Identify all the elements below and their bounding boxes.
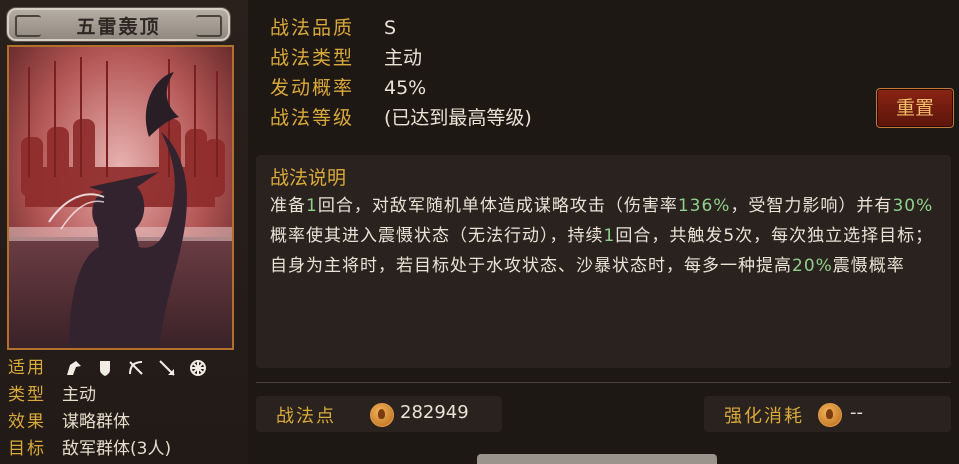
skill-portrait bbox=[7, 45, 234, 350]
flame-coin-icon bbox=[370, 403, 394, 427]
kind-value: 主动 bbox=[384, 47, 423, 69]
desc-highlight: 1 bbox=[306, 196, 318, 216]
target-row: 目标 敌军群体(3人) bbox=[8, 438, 171, 460]
target-label: 目标 bbox=[8, 439, 46, 459]
rate-row: 发动概率 45% bbox=[270, 75, 426, 101]
kind-label: 战法类型 bbox=[270, 47, 355, 69]
type-value: 主动 bbox=[62, 385, 96, 405]
skill-detail-panel: 战法品质 S 战法类型 主动 发动概率 45% 战法等级 (已达到最高等级) 重置 战法… bbox=[248, 0, 959, 464]
skill-illustration bbox=[9, 47, 232, 348]
level-row: 战法等级 (已达到最高等级) bbox=[270, 105, 532, 131]
spear-icon bbox=[157, 358, 177, 378]
bow-icon bbox=[126, 358, 146, 378]
desc-seg: ，受智力影响）并有 bbox=[730, 196, 893, 216]
skill-name-plate: 五雷轰顶 bbox=[6, 7, 231, 42]
points-value: 282949 bbox=[400, 402, 469, 423]
effect-value: 谋略群体 bbox=[62, 412, 130, 432]
desc-seg: 回合，对敌军随机单体造成谋略攻击（伤害率 bbox=[317, 196, 678, 216]
level-value: (已达到最高等级) bbox=[384, 107, 532, 129]
rate-value: 45% bbox=[384, 77, 427, 99]
effect-label: 效果 bbox=[8, 412, 46, 432]
desc-highlight: 30% bbox=[892, 196, 934, 216]
effect-row: 效果 谋略群体 bbox=[8, 411, 130, 433]
type-label: 类型 bbox=[8, 385, 46, 405]
description-box: 战法说明 准备1回合，对敌军随机单体造成谋略攻击（伤害率136%，受智力影响）并… bbox=[256, 155, 951, 368]
upgrade-cost-box: 强化消耗 -- bbox=[704, 396, 951, 432]
reset-button[interactable]: 重置 bbox=[876, 88, 954, 128]
quality-row: 战法品质 S bbox=[270, 15, 396, 41]
target-value: 敌军群体(3人) bbox=[62, 439, 172, 459]
shield-icon bbox=[95, 358, 115, 378]
cost-label: 强化消耗 bbox=[724, 406, 804, 427]
desc-highlight: 136% bbox=[677, 196, 731, 216]
level-label: 战法等级 bbox=[270, 107, 355, 129]
section-divider bbox=[256, 382, 951, 383]
desc-seg: 震慑概率 bbox=[832, 256, 905, 276]
desc-seg: 概率使其进入震慑状态（无法行动），持续 bbox=[270, 226, 604, 246]
quality-value: S bbox=[384, 17, 397, 39]
cost-value: -- bbox=[850, 402, 863, 423]
cavalry-icon bbox=[64, 358, 84, 378]
description-text: 准备1回合，对敌军随机单体造成谋略攻击（伤害率136%，受智力影响）并有30%概… bbox=[270, 191, 938, 281]
siege-icon bbox=[188, 358, 208, 378]
rate-label: 发动概率 bbox=[270, 77, 355, 99]
quality-label: 战法品质 bbox=[270, 17, 355, 39]
desc-seg: 准备 bbox=[270, 196, 306, 216]
skill-name: 五雷轰顶 bbox=[76, 16, 161, 38]
kind-row: 战法类型 主动 bbox=[270, 45, 422, 71]
desc-highlight: 1 bbox=[603, 226, 616, 246]
flame-coin-icon bbox=[818, 403, 842, 427]
desc-highlight: 20% bbox=[792, 256, 833, 276]
skill-points-box: 战法点 282949 bbox=[256, 396, 502, 432]
applicable-label: 适用 bbox=[8, 358, 46, 378]
description-title: 战法说明 bbox=[270, 167, 347, 189]
skill-card-panel: 五雷轰顶 适用 类型 主动 效果 谋略群体 目标 敌军群体(3人) bbox=[0, 0, 248, 464]
bottom-action-tab[interactable] bbox=[477, 454, 717, 464]
troop-type-icons bbox=[64, 357, 214, 379]
applicable-row: 适用 bbox=[8, 357, 62, 379]
points-label: 战法点 bbox=[276, 406, 336, 427]
type-row: 类型 主动 bbox=[8, 384, 96, 406]
